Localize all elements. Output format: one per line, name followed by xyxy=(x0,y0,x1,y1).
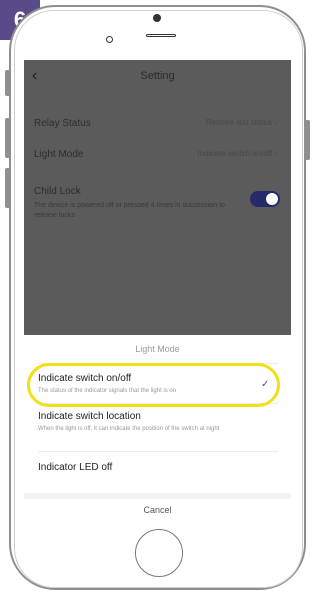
selection-highlight xyxy=(27,363,280,407)
power-button xyxy=(305,120,310,160)
phone-screen: ‹ Setting Relay Status Restore last stat… xyxy=(24,60,291,522)
option-label: Indicator LED off xyxy=(38,462,113,473)
light-mode-value[interactable]: Indicate switch on/off › xyxy=(198,149,277,158)
option-label: Indicate switch location xyxy=(38,411,141,422)
earpiece-speaker xyxy=(146,34,176,37)
option-description: When the light is off, it can indicate t… xyxy=(38,426,220,432)
light-mode-label[interactable]: Light Mode xyxy=(34,149,83,160)
mute-switch xyxy=(5,70,10,96)
option-indicate-switch-location[interactable]: Indicate switch location When the light … xyxy=(38,411,278,433)
toggle-knob xyxy=(266,193,278,205)
cancel-button[interactable]: Cancel xyxy=(24,505,291,515)
page-title: Setting xyxy=(140,70,175,82)
volume-down-button xyxy=(5,168,10,208)
child-lock-description: The device is powered off or pressed 4 t… xyxy=(34,202,225,219)
volume-up-button xyxy=(5,118,10,158)
home-button[interactable] xyxy=(135,529,183,577)
relay-status-label[interactable]: Relay Status xyxy=(34,118,91,129)
option-indicator-led-off[interactable]: Indicator LED off xyxy=(38,462,278,473)
child-lock-label: Child Lock xyxy=(34,186,81,197)
sheet-title: Light Mode xyxy=(135,344,180,354)
front-camera xyxy=(106,36,113,43)
sheet-separator xyxy=(24,493,291,499)
front-sensor xyxy=(153,14,161,22)
relay-status-value[interactable]: Restore last status › xyxy=(206,118,277,127)
child-lock-toggle[interactable] xyxy=(250,191,280,207)
divider xyxy=(38,451,278,452)
